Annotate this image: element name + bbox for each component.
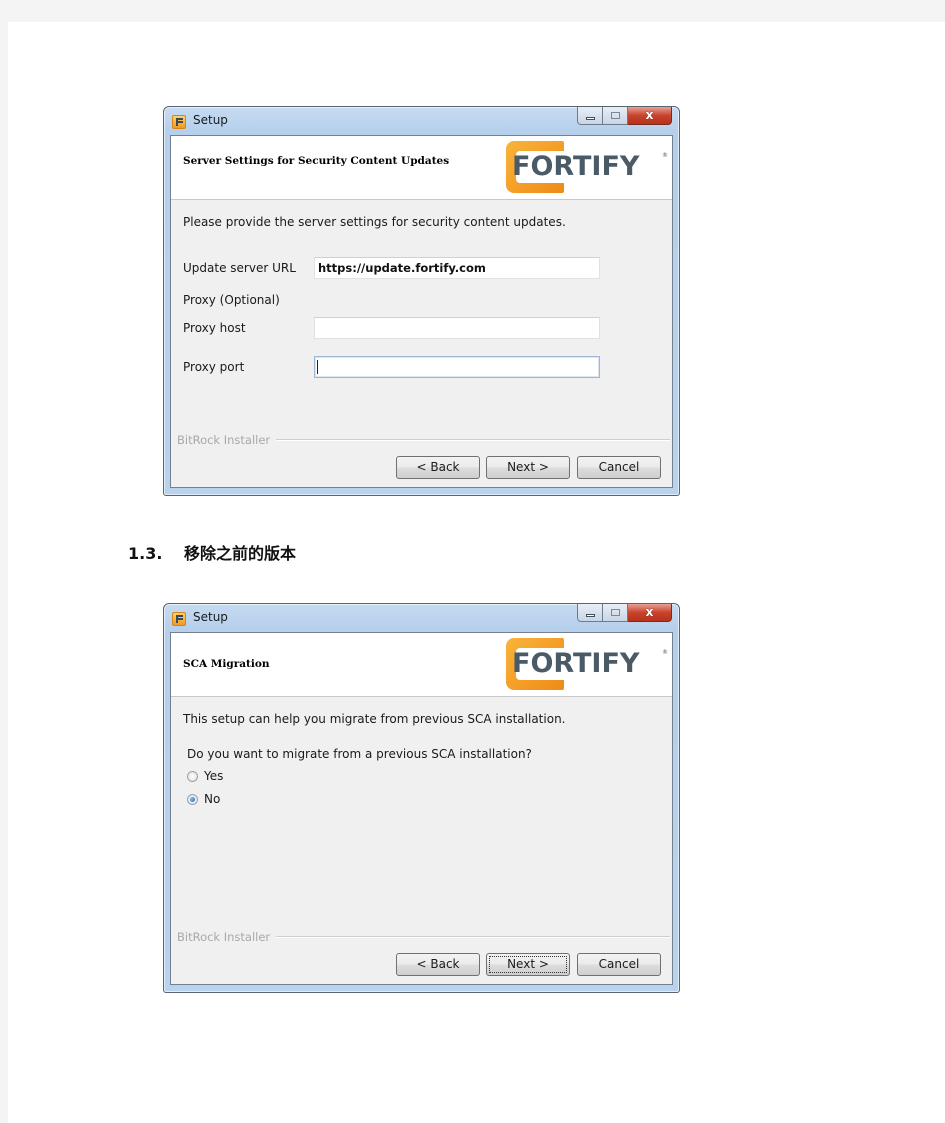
back-button[interactable]: < Back (396, 456, 480, 479)
logo-wordmark: FORTIFY (512, 151, 640, 182)
section-number: 1.3. (128, 544, 163, 563)
wizard-header: SCA Migration FORTIFY ® (171, 633, 672, 697)
minimize-icon (586, 614, 595, 617)
fortify-app-icon (172, 612, 186, 626)
next-button[interactable]: Next > (486, 456, 570, 479)
fortify-logo: FORTIFY ® (506, 638, 668, 690)
text-caret (317, 360, 318, 374)
maximize-button[interactable] (603, 107, 628, 125)
proxy-host-input[interactable] (314, 317, 600, 339)
logo-wordmark: FORTIFY (512, 648, 640, 679)
proxy-optional-label: Proxy (Optional) (183, 293, 280, 307)
bitrock-installer-label: BitRock Installer (177, 930, 271, 944)
back-button[interactable]: < Back (396, 953, 480, 976)
proxy-port-input[interactable] (314, 356, 600, 378)
close-icon: x (645, 108, 654, 122)
maximize-icon (611, 609, 620, 616)
radio-label: No (204, 792, 221, 806)
next-button[interactable]: Next > (486, 953, 570, 976)
minimize-button[interactable] (577, 604, 603, 622)
radio-option-no[interactable]: No (187, 792, 220, 806)
proxy-port-label: Proxy port (183, 360, 245, 374)
caption-buttons: x (577, 604, 672, 623)
close-button[interactable]: x (628, 604, 672, 622)
wizard-header: Server Settings for Security Content Upd… (171, 136, 672, 200)
caption-buttons: x (577, 107, 672, 126)
radio-button-unchecked-icon[interactable] (187, 770, 198, 782)
migration-question: Do you want to migrate from a previous S… (187, 747, 532, 761)
section-title: 移除之前的版本 (184, 544, 297, 563)
logo-registered-mark: ® (662, 649, 668, 656)
setup-window-sca-migration: Setup x SCA Migration FORTIFY ® This set… (163, 603, 680, 993)
radio-button-checked-icon[interactable] (187, 793, 198, 805)
section-heading: 1.3. 移除之前的版本 (128, 540, 296, 564)
title-bar[interactable]: Setup x (164, 604, 679, 632)
window-title: Setup (193, 610, 228, 624)
wizard-page-title: SCA Migration (183, 658, 270, 670)
divider-line (276, 936, 670, 938)
close-button[interactable]: x (628, 107, 672, 125)
intro-text: This setup can help you migrate from pre… (183, 712, 566, 726)
installer-footer-divider: BitRock Installer (177, 433, 670, 447)
window-title: Setup (193, 113, 228, 127)
fortify-app-icon (172, 115, 186, 129)
fortify-logo: FORTIFY ® (506, 141, 668, 193)
title-bar[interactable]: Setup x (164, 107, 679, 135)
radio-option-yes[interactable]: Yes (187, 769, 223, 783)
divider-line (276, 439, 670, 441)
setup-window-server-settings: Setup x Server Settings for Security Con… (163, 106, 680, 496)
window-client-area: Server Settings for Security Content Upd… (170, 135, 673, 488)
wizard-page-title: Server Settings for Security Content Upd… (183, 155, 450, 167)
bitrock-installer-label: BitRock Installer (177, 433, 271, 447)
close-icon: x (645, 605, 654, 619)
update-url-input[interactable] (314, 257, 600, 279)
intro-text: Please provide the server settings for s… (183, 215, 566, 229)
maximize-icon (611, 112, 620, 119)
cancel-button[interactable]: Cancel (577, 456, 661, 479)
installer-footer-divider: BitRock Installer (177, 930, 670, 944)
cancel-button[interactable]: Cancel (577, 953, 661, 976)
maximize-button[interactable] (603, 604, 628, 622)
minimize-button[interactable] (577, 107, 603, 125)
radio-label: Yes (204, 769, 224, 783)
proxy-host-label: Proxy host (183, 321, 246, 335)
minimize-icon (586, 117, 595, 120)
update-url-label: Update server URL (183, 261, 296, 275)
window-client-area: SCA Migration FORTIFY ® This setup can h… (170, 632, 673, 985)
logo-registered-mark: ® (662, 152, 668, 159)
